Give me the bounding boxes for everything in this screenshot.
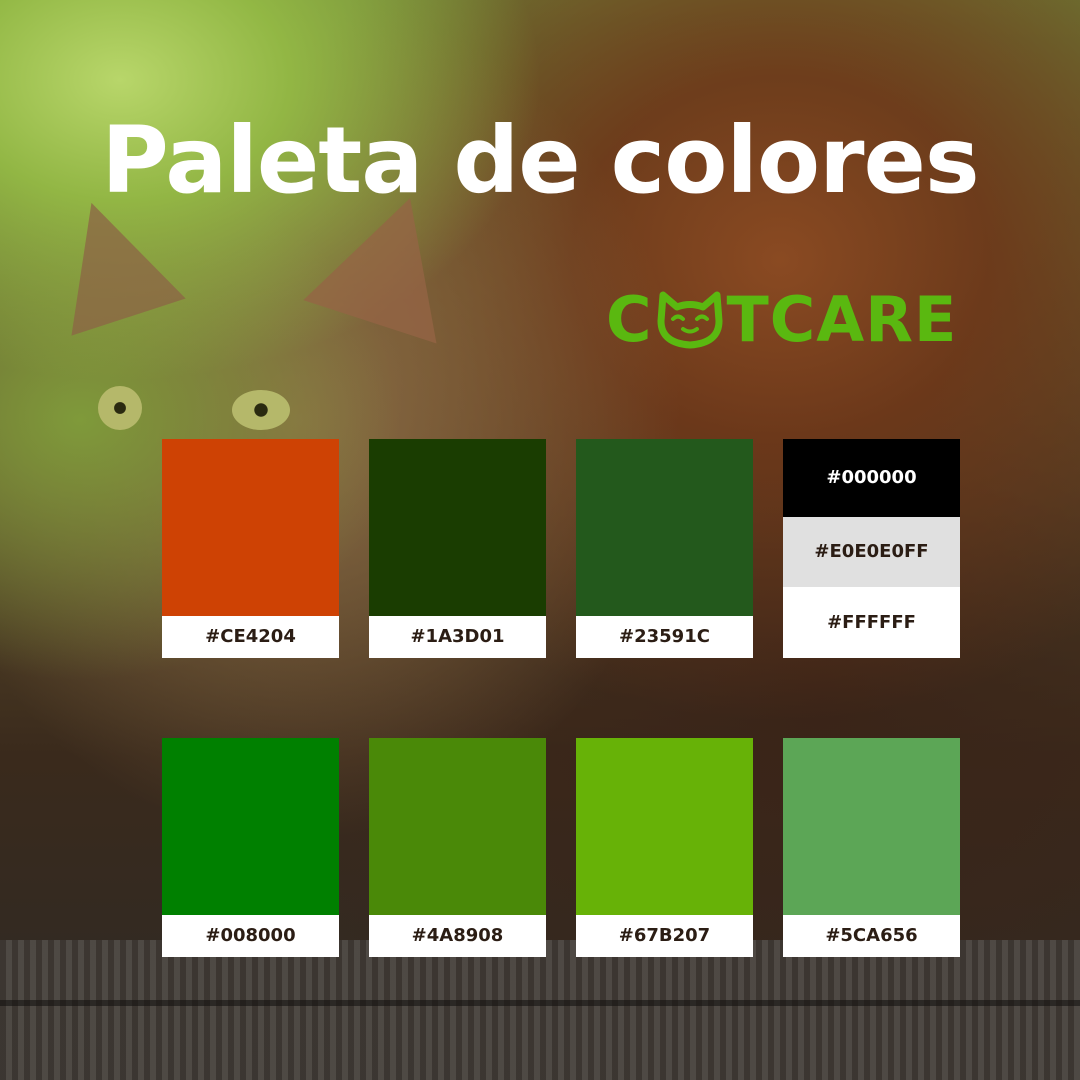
swatch-stack-neutrals: #000000 #E0E0E0FF #FFFFFF: [783, 439, 960, 658]
swatch-fill: [576, 738, 753, 915]
cat-eye-right: [232, 390, 290, 430]
wooden-deck: [0, 940, 1080, 1080]
deck-seam: [0, 1000, 1080, 1006]
swatch-hex-label: #CE4204: [162, 616, 339, 658]
cat-eye-left: [98, 386, 142, 430]
swatch-fill: [162, 738, 339, 915]
swatch-fill: [783, 738, 960, 915]
swatch-fill: [369, 439, 546, 616]
brand-logo: C TCARE: [606, 283, 957, 356]
page-title: Paleta de colores: [101, 107, 979, 214]
swatch-67b207: #67B207: [576, 738, 753, 957]
cat-face-icon: [655, 289, 725, 349]
swatch-hex-label: #67B207: [576, 915, 753, 957]
swatch-fill: [369, 738, 546, 915]
swatch-fill: [162, 439, 339, 616]
swatch-band-gray: #E0E0E0FF: [783, 517, 960, 587]
swatch-hex-label: #23591C: [576, 616, 753, 658]
logo-suffix: TCARE: [726, 282, 958, 356]
background-photo: Paleta de colores C TCARE #CE4204 #1A3D0…: [0, 0, 1080, 1080]
swatch-hex-label: #5CA656: [783, 915, 960, 957]
swatch-band-white: #FFFFFF: [783, 587, 960, 658]
swatch-1a3d01: #1A3D01: [369, 439, 546, 658]
swatch-fill: [576, 439, 753, 616]
swatch-4a8908: #4A8908: [369, 738, 546, 957]
swatch-23591c: #23591C: [576, 439, 753, 658]
swatch-band-black: #000000: [783, 439, 960, 517]
logo-prefix: C: [606, 282, 653, 356]
swatch-hex-label: #4A8908: [369, 915, 546, 957]
swatch-5ca656: #5CA656: [783, 738, 960, 957]
swatch-hex-label: #008000: [162, 915, 339, 957]
swatch-008000: #008000: [162, 738, 339, 957]
swatch-hex-label: #1A3D01: [369, 616, 546, 658]
swatch-ce4204: #CE4204: [162, 439, 339, 658]
